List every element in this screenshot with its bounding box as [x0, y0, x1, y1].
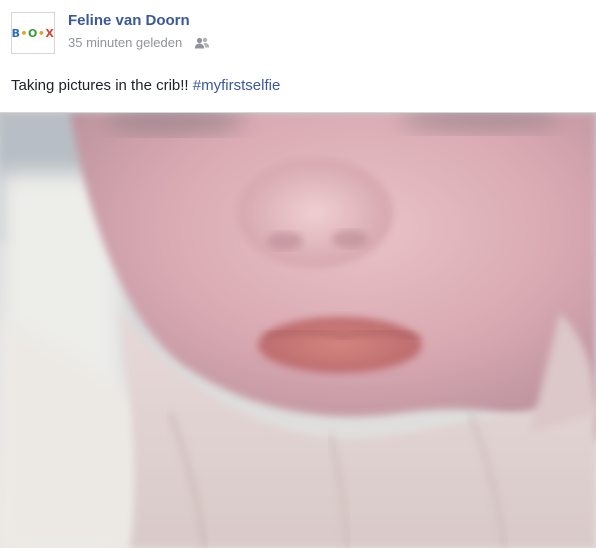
timestamp-link[interactable]: 35 minuten geleden	[68, 35, 182, 50]
post-photo[interactable]	[0, 112, 596, 548]
friends-icon[interactable]	[194, 37, 210, 49]
box-logo: B•O•X	[11, 26, 55, 40]
baby-selfie-image	[0, 113, 596, 548]
post-text-main: Taking pictures in the crib!!	[11, 77, 193, 94]
post-meta: 35 minuten geleden	[68, 35, 210, 50]
hashtag-link[interactable]: #myfirstselfie	[193, 77, 281, 94]
author-name-link[interactable]: Feline van Doorn	[68, 12, 190, 29]
post-text: Taking pictures in the crib!! #myfirstse…	[11, 77, 280, 94]
profile-avatar[interactable]: B•O•X	[11, 12, 55, 54]
post-header: B•O•X Feline van Doorn 35 minuten gelede…	[0, 0, 596, 62]
